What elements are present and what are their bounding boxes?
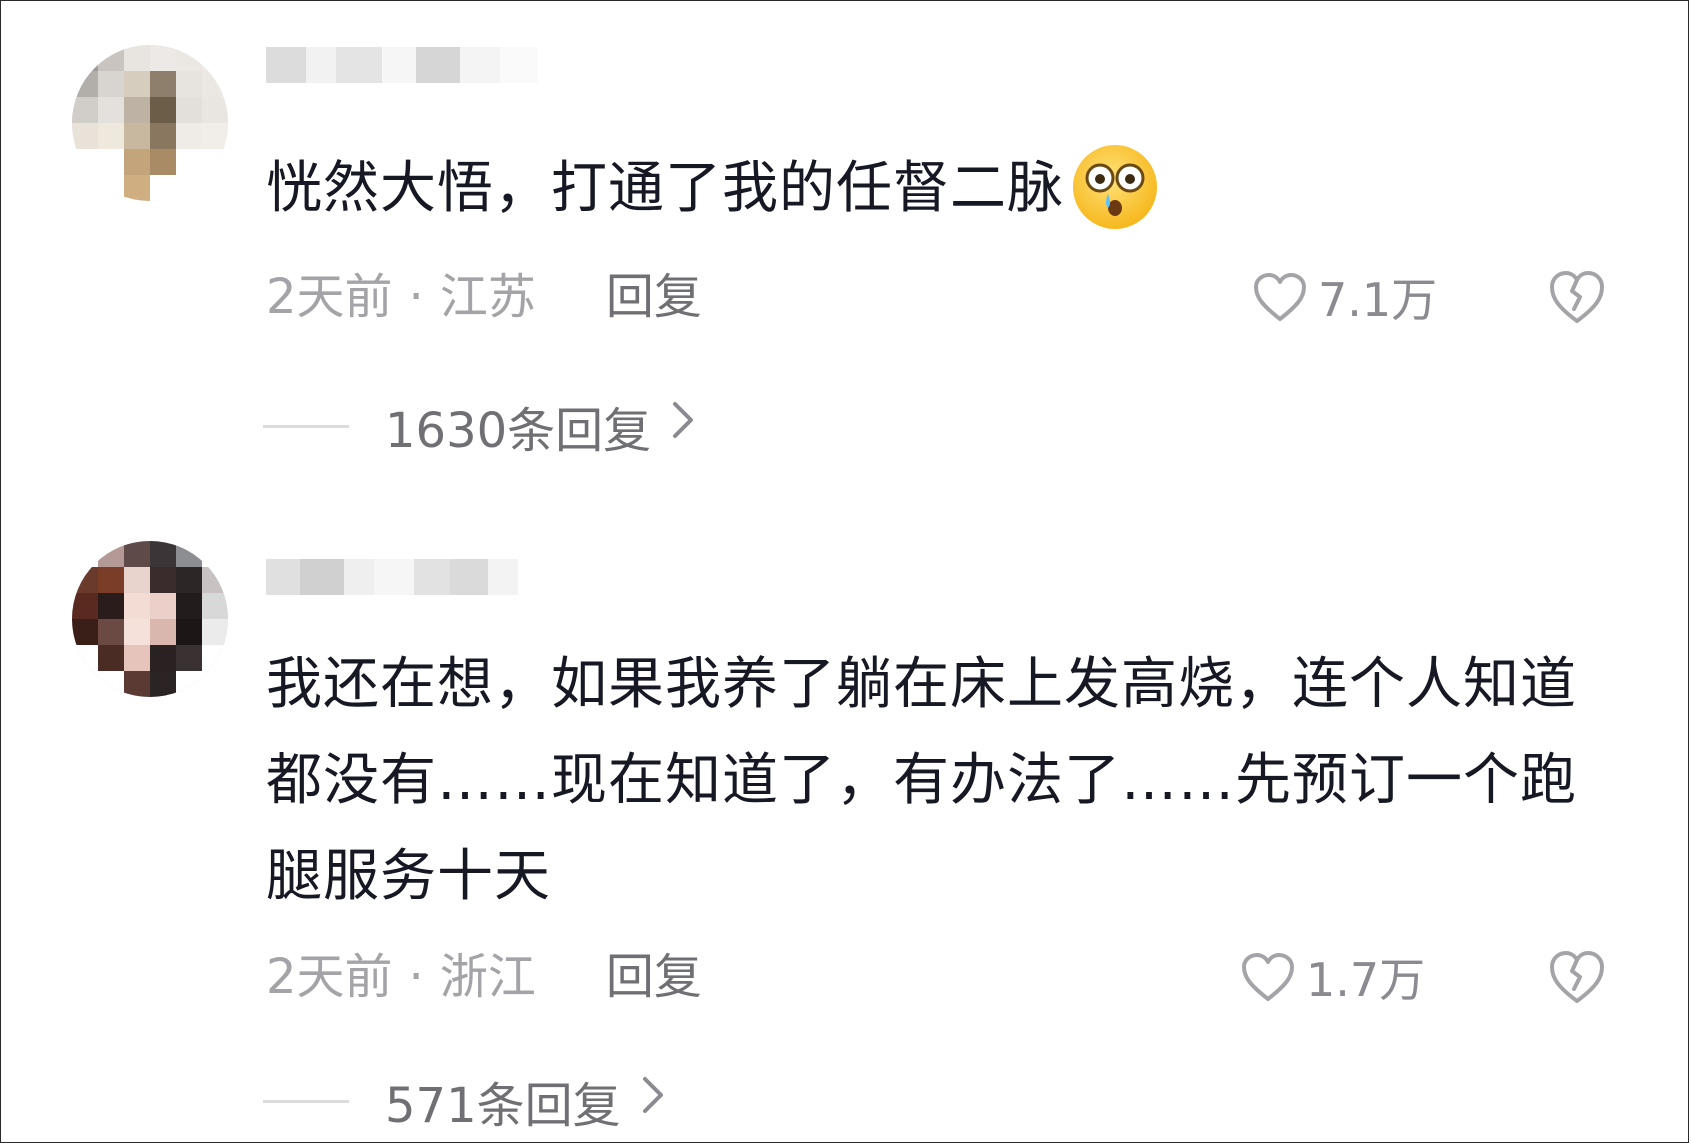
crying-surprised-emoji xyxy=(1070,142,1160,232)
avatar[interactable] xyxy=(72,45,228,201)
like-button[interactable]: 7.1万 xyxy=(1252,267,1437,327)
broken-heart-icon xyxy=(1550,951,1604,1003)
comment-meta: 2天前 · 江苏 回复 xyxy=(266,267,702,327)
comment-list: 恍然大悟，打通了我的任督二脉 2天前 · 江苏 回复 7.1万 1630条回复 … xyxy=(0,0,1689,1143)
broken-heart-icon xyxy=(1550,271,1604,323)
meta-separator: · xyxy=(408,269,424,325)
pixelated-avatar xyxy=(72,541,228,697)
like-button[interactable]: 1.7万 xyxy=(1240,947,1425,1007)
comment-text-body: 恍然大悟，打通了我的任督二脉 xyxy=(266,156,1064,221)
like-count: 7.1万 xyxy=(1318,273,1438,327)
replies-divider xyxy=(263,424,349,428)
heart-outline-icon xyxy=(1254,273,1306,321)
dislike-button[interactable] xyxy=(1546,947,1608,1007)
expand-replies-button[interactable]: 1630条回复 xyxy=(263,396,697,459)
comment-item: 恍然大悟，打通了我的任督二脉 2天前 · 江苏 回复 7.1万 1630条回复 xyxy=(1,1,1691,501)
comment-text: 恍然大悟，打通了我的任督二脉 xyxy=(266,141,1616,237)
expand-replies-button[interactable]: 571条回复 xyxy=(263,1071,667,1134)
reply-button[interactable]: 回复 xyxy=(606,267,702,327)
replies-divider xyxy=(263,1099,349,1103)
comment-meta: 2天前 · 浙江 回复 xyxy=(266,947,702,1007)
chevron-right-icon xyxy=(639,1073,667,1129)
avatar[interactable] xyxy=(72,541,228,697)
heart-outline-icon xyxy=(1242,953,1294,1001)
dislike-button[interactable] xyxy=(1546,267,1608,327)
comment-item: 我还在想，如果我养了躺在床上发高烧，连个人知道都没有……现在知道了，有办法了……… xyxy=(1,501,1691,1146)
comment-time: 2天前 xyxy=(266,269,393,325)
replies-count-label: 1630条回复 xyxy=(385,403,652,459)
username[interactable] xyxy=(266,47,538,83)
replies-count-label: 571条回复 xyxy=(385,1078,621,1134)
comment-text: 我还在想，如果我养了躺在床上发高烧，连个人知道都没有……现在知道了，有办法了……… xyxy=(266,652,1577,909)
chevron-right-icon xyxy=(669,398,697,454)
meta-separator: · xyxy=(408,949,424,1005)
comment-location: 浙江 xyxy=(439,949,536,1005)
pixelated-avatar xyxy=(72,45,228,201)
like-count: 1.7万 xyxy=(1306,953,1426,1007)
reply-button[interactable]: 回复 xyxy=(606,947,702,1007)
comment-time: 2天前 xyxy=(266,949,393,1005)
comment-location: 江苏 xyxy=(439,269,536,325)
username[interactable] xyxy=(266,559,518,595)
